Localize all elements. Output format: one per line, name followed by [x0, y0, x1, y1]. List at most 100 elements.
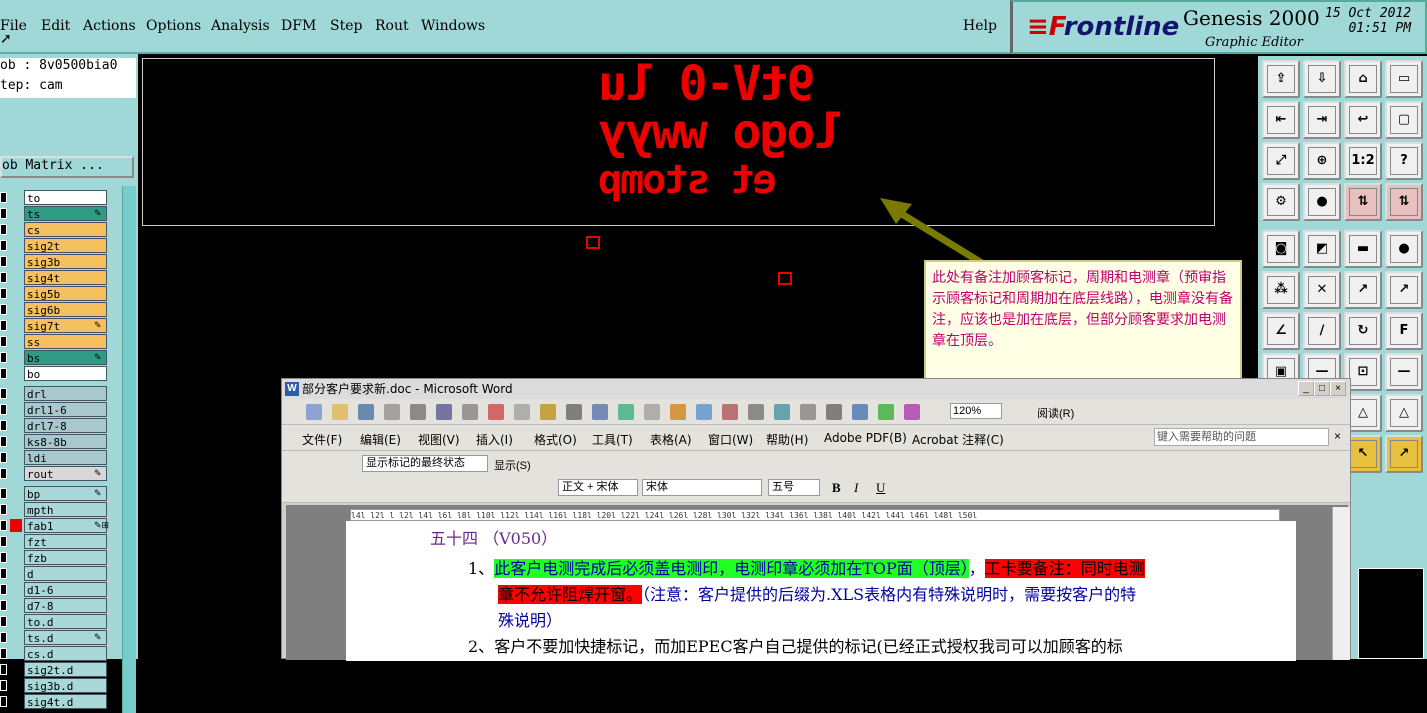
layer-checkbox[interactable]: [0, 256, 7, 267]
word-menu-item[interactable]: 帮助(H): [766, 431, 808, 448]
job-matrix-button[interactable]: ob Matrix ...: [0, 156, 134, 178]
tool-button[interactable]: ⤢: [1262, 142, 1300, 180]
tool-button[interactable]: ⇤: [1262, 101, 1300, 139]
toolbar-icon[interactable]: [306, 404, 322, 420]
layer-row[interactable]: bo: [0, 366, 120, 381]
layer-checkbox[interactable]: [0, 436, 7, 447]
toolbar-icon[interactable]: [488, 404, 504, 420]
layer-checkbox[interactable]: [0, 520, 7, 531]
tool-button[interactable]: ∠: [1262, 312, 1300, 350]
toolbar-icon[interactable]: [878, 404, 894, 420]
tool-button[interactable]: ▬: [1344, 230, 1382, 268]
layer-checkbox[interactable]: [0, 664, 7, 675]
layer-row[interactable]: fzb: [0, 550, 120, 565]
layer-checkbox[interactable]: [0, 420, 7, 431]
toolbar-icon[interactable]: [436, 404, 452, 420]
layer-row[interactable]: sig4t: [0, 270, 120, 285]
layer-row[interactable]: ts.d ✎: [0, 630, 120, 645]
toolbar-icon[interactable]: [358, 404, 374, 420]
show-button[interactable]: 显示(S): [494, 457, 531, 473]
tool-button[interactable]: —: [1385, 353, 1423, 391]
menu-edit[interactable]: Edit: [41, 18, 70, 34]
toolbar-icon[interactable]: [696, 404, 712, 420]
toolbar-icon[interactable]: [904, 404, 920, 420]
layer-scrollbar[interactable]: [122, 186, 136, 713]
layer-row[interactable]: sig3b: [0, 254, 120, 269]
word-menu-item[interactable]: Adobe PDF(B): [824, 431, 907, 445]
tool-button[interactable]: ⇅: [1385, 183, 1423, 221]
layer-row[interactable]: sig2t.d: [0, 662, 120, 677]
tool-button[interactable]: ∕: [1303, 312, 1341, 350]
layer-row[interactable]: to.d: [0, 614, 120, 629]
size-select[interactable]: 五号: [768, 479, 820, 496]
word-menu-item[interactable]: 插入(I): [476, 431, 513, 448]
toolbar-icon[interactable]: [670, 404, 686, 420]
tool-button[interactable]: 1:2: [1344, 142, 1382, 180]
tool-button[interactable]: ⊕: [1303, 142, 1341, 180]
toolbar-icon[interactable]: [592, 404, 608, 420]
toolbar-icon[interactable]: [514, 404, 530, 420]
tool-button[interactable]: ◙: [1262, 230, 1300, 268]
layer-row[interactable]: rout ✎: [0, 466, 120, 481]
layer-row[interactable]: d7-8: [0, 598, 120, 613]
layer-checkbox[interactable]: [0, 208, 7, 219]
toolbar-icon[interactable]: [826, 404, 842, 420]
tool-button[interactable]: ▭: [1385, 60, 1423, 98]
layer-row[interactable]: drl1-6: [0, 402, 120, 417]
menu-help[interactable]: Help: [963, 18, 997, 34]
layer-row[interactable]: sig4t.d: [0, 694, 120, 709]
menu-rout[interactable]: Rout: [375, 18, 409, 34]
close-button[interactable]: ×: [1330, 381, 1346, 396]
layer-row[interactable]: cs: [0, 222, 120, 237]
toolbar-icon[interactable]: [852, 404, 868, 420]
tool-button[interactable]: ↗: [1385, 271, 1423, 309]
word-menu-item[interactable]: 工具(T): [592, 431, 633, 448]
layer-checkbox[interactable]: [0, 288, 7, 299]
layer-checkbox[interactable]: [0, 304, 7, 315]
layer-checkbox[interactable]: [0, 240, 7, 251]
layer-checkbox[interactable]: [0, 648, 7, 659]
zoom-select[interactable]: 120%: [950, 403, 1002, 419]
layer-row[interactable]: ts ✎: [0, 206, 120, 221]
menu-dfm[interactable]: DFM: [281, 18, 316, 34]
layer-row[interactable]: sig3b.d: [0, 678, 120, 693]
minimize-button[interactable]: _: [1298, 381, 1314, 396]
word-menu-item[interactable]: 窗口(W): [708, 431, 753, 448]
layer-row[interactable]: to: [0, 190, 120, 205]
toolbar-icon[interactable]: [462, 404, 478, 420]
tool-button[interactable]: ⇥: [1303, 101, 1341, 139]
layer-row[interactable]: drl: [0, 386, 120, 401]
style-select[interactable]: 正文 + 宋体: [558, 479, 638, 496]
underline-button[interactable]: U: [876, 480, 885, 496]
tool-button[interactable]: ↗: [1344, 271, 1382, 309]
word-menu-item[interactable]: 编辑(E): [360, 431, 401, 448]
layer-checkbox[interactable]: [0, 616, 7, 627]
layer-row[interactable]: d: [0, 566, 120, 581]
layer-checkbox[interactable]: [0, 680, 7, 691]
layer-checkbox[interactable]: [0, 600, 7, 611]
toolbar-icon[interactable]: [332, 404, 348, 420]
tool-button[interactable]: ?: [1385, 142, 1423, 180]
word-menu-item[interactable]: Acrobat 注释(C): [912, 431, 1004, 448]
layer-checkbox[interactable]: [0, 320, 7, 331]
tool-button[interactable]: ⌂: [1344, 60, 1382, 98]
layer-row[interactable]: drl7-8: [0, 418, 120, 433]
layer-row[interactable]: sig2t: [0, 238, 120, 253]
bold-button[interactable]: B: [832, 480, 841, 496]
layer-row[interactable]: mpth: [0, 502, 120, 517]
word-menu-item[interactable]: 文件(F): [302, 431, 342, 448]
layer-checkbox[interactable]: [0, 224, 7, 235]
layer-checkbox[interactable]: [0, 404, 7, 415]
layer-checkbox[interactable]: [0, 272, 7, 283]
italic-button[interactable]: I: [854, 480, 858, 496]
close-doc-icon[interactable]: ×: [1334, 429, 1341, 443]
toolbar-icon[interactable]: [410, 404, 426, 420]
toolbar-icon[interactable]: [384, 404, 400, 420]
layer-checkbox[interactable]: [0, 452, 7, 463]
tool-button[interactable]: ⁂: [1262, 271, 1300, 309]
layer-row[interactable]: ss: [0, 334, 120, 349]
tool-button[interactable]: ◩: [1303, 230, 1341, 268]
toolbar-icon[interactable]: [748, 404, 764, 420]
menu-step[interactable]: Step: [330, 18, 362, 34]
layer-checkbox[interactable]: [0, 632, 7, 643]
